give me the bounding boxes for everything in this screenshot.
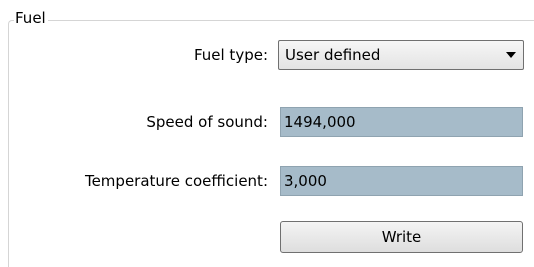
speed-of-sound-field[interactable] [280, 107, 523, 137]
temperature-coefficient-field[interactable] [280, 166, 523, 196]
fuel-type-dropdown[interactable]: User defined [278, 40, 524, 70]
chevron-down-icon [506, 52, 516, 58]
fuel-group-title: Fuel [14, 8, 48, 28]
fuel-type-label: Fuel type: [193, 46, 268, 64]
write-button[interactable]: Write [280, 221, 523, 253]
temperature-coefficient-label: Temperature coefficient: [84, 172, 268, 190]
speed-of-sound-label: Speed of sound: [146, 113, 268, 131]
fuel-type-selected-value: User defined [285, 46, 381, 64]
